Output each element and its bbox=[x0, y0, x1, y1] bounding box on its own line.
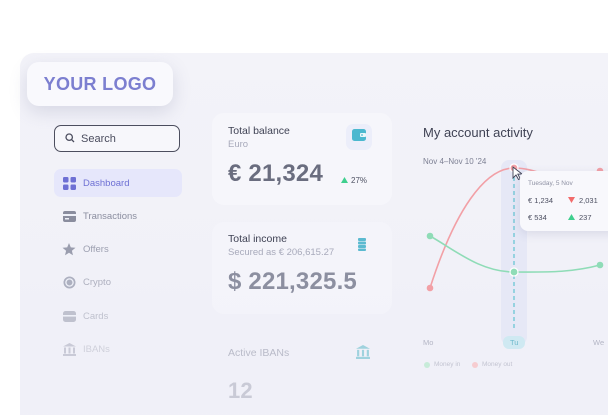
sidebar-item-dashboard[interactable]: Dashboard bbox=[54, 169, 182, 197]
wallet-icon bbox=[352, 128, 366, 146]
activity-tooltip: Tuesday, 5 Nov € 1,234 2,031 € 534 237 bbox=[520, 171, 608, 231]
income-title: Total income bbox=[228, 233, 287, 245]
income-secured: Secured as € 206,615.27 bbox=[228, 247, 335, 258]
tooltip-row-in: € 534 237 bbox=[528, 213, 592, 222]
tooltip-delta: 2,031 bbox=[579, 196, 598, 205]
sidebar-item-label: Crypto bbox=[83, 276, 111, 288]
sidebar-item-label: Offers bbox=[83, 243, 109, 255]
wallet-icon bbox=[62, 309, 76, 323]
x-label-we: We bbox=[593, 338, 605, 347]
wallet-chip[interactable] bbox=[346, 124, 372, 150]
search-label: Search bbox=[81, 132, 116, 145]
tooltip-delta: 237 bbox=[579, 213, 592, 222]
coins-icon bbox=[358, 238, 366, 256]
ibans-title: Active IBANs bbox=[228, 347, 290, 359]
balance-change-badge: 27% bbox=[341, 176, 367, 185]
search-icon bbox=[65, 130, 75, 148]
balance-amount: € 21,324 bbox=[228, 160, 324, 187]
logo-text: YOUR LOGO bbox=[43, 73, 157, 94]
sidebar-item-label: Cards bbox=[83, 310, 109, 322]
money-out-dot bbox=[472, 361, 478, 368]
heart-icon bbox=[568, 196, 575, 205]
tooltip-row-out: € 1,234 2,031 bbox=[528, 196, 598, 205]
sidebar-item-transactions[interactable]: Transactions bbox=[54, 202, 182, 230]
balance-change-value: 27% bbox=[351, 176, 368, 185]
grid-icon bbox=[62, 176, 76, 190]
sidebar-item-offers[interactable]: Offers bbox=[54, 235, 182, 263]
star-icon bbox=[62, 242, 76, 256]
money-in-point[interactable] bbox=[596, 261, 604, 269]
tooltip-date: Tuesday, 5 Nov bbox=[528, 180, 573, 187]
balance-currency: Euro bbox=[228, 139, 249, 150]
sidebar-item-ibans[interactable]: IBANs bbox=[54, 335, 182, 363]
sidebar-item-label: IBANs bbox=[83, 343, 110, 355]
legend-money-in: Money in bbox=[424, 361, 460, 368]
tooltip-value: € 1,234 bbox=[528, 196, 554, 205]
x-label-tu[interactable]: Tu bbox=[503, 336, 526, 349]
ibans-count: 12 bbox=[228, 378, 253, 403]
x-label-mo: Mo bbox=[423, 338, 434, 347]
legend-money-out: Money out bbox=[472, 361, 512, 368]
income-amount: $ 221,325.5 bbox=[228, 268, 357, 295]
money-in-point[interactable] bbox=[426, 232, 434, 240]
bank-icon bbox=[356, 345, 370, 364]
card-icon bbox=[62, 209, 76, 223]
sidebar-item-cards[interactable]: Cards bbox=[54, 302, 182, 330]
tooltip-value: € 534 bbox=[528, 213, 547, 222]
legend-label: Money out bbox=[482, 361, 513, 368]
money-out-point[interactable] bbox=[426, 284, 434, 292]
arrow-up-icon bbox=[341, 176, 348, 185]
logo-card[interactable]: YOUR LOGO bbox=[27, 62, 173, 106]
sidebar-item-crypto[interactable]: Crypto bbox=[54, 268, 182, 296]
legend-label: Money in bbox=[434, 361, 461, 368]
bank-icon bbox=[62, 342, 76, 356]
arrow-up-icon bbox=[568, 213, 575, 222]
money-in-point[interactable] bbox=[509, 267, 519, 277]
money-in-dot bbox=[424, 361, 430, 368]
balance-title: Total balance bbox=[228, 125, 290, 137]
sidebar-item-label: Transactions bbox=[83, 210, 138, 222]
coin-icon bbox=[62, 275, 76, 289]
search-input[interactable]: Search bbox=[54, 125, 180, 152]
sidebar-item-label: Dashboard bbox=[83, 177, 130, 189]
activity-title: My account activity bbox=[423, 125, 533, 140]
